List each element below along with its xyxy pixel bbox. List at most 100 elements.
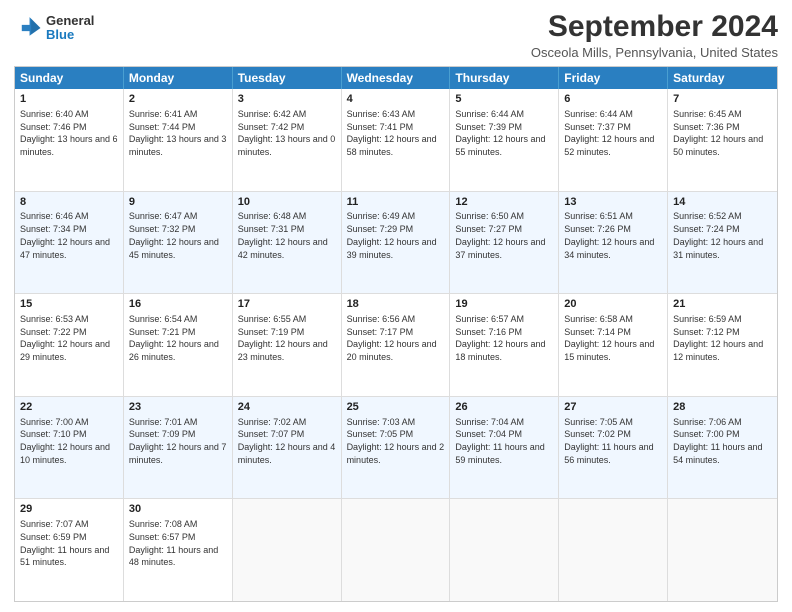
cal-cell-day-18: 18 Sunrise: 6:56 AMSunset: 7:17 PMDayligh…	[342, 294, 451, 396]
day-number: 17	[238, 297, 336, 312]
cal-cell-day-8: 8Sunrise: 6:46 AMSunset: 7:34 PMDaylight…	[15, 192, 124, 294]
cal-cell-day-4: 4 Sunrise: 6:43 AMSunset: 7:41 PMDaylight…	[342, 89, 451, 191]
cal-week-2: 8Sunrise: 6:46 AMSunset: 7:34 PMDaylight…	[15, 192, 777, 295]
header: General Blue September 2024 Osceola Mill…	[14, 10, 778, 60]
cal-cell-day-30: 30 Sunrise: 7:08 AMSunset: 6:57 PMDayligh…	[124, 499, 233, 601]
cal-week-1: 1 Sunrise: 6:40 AMSunset: 7:46 PMDaylight…	[15, 89, 777, 192]
cell-info: Sunrise: 6:43 AMSunset: 7:41 PMDaylight:…	[347, 109, 437, 157]
logo-text: General Blue	[46, 14, 94, 43]
cal-cell-empty	[342, 499, 451, 601]
day-number: 8	[20, 195, 118, 210]
day-number: 5	[455, 92, 553, 107]
cell-info: Sunrise: 6:40 AMSunset: 7:46 PMDaylight:…	[20, 109, 118, 157]
logo-icon	[14, 14, 42, 42]
cal-cell-day-13: 13Sunrise: 6:51 AMSunset: 7:26 PMDayligh…	[559, 192, 668, 294]
cal-header-friday: Friday	[559, 67, 668, 89]
cell-info: Sunrise: 6:41 AMSunset: 7:44 PMDaylight:…	[129, 109, 227, 157]
cal-cell-day-23: 23 Sunrise: 7:01 AMSunset: 7:09 PMDayligh…	[124, 397, 233, 499]
cell-info: Sunrise: 6:44 AMSunset: 7:39 PMDaylight:…	[455, 109, 545, 157]
cal-header-tuesday: Tuesday	[233, 67, 342, 89]
cell-info: Sunrise: 7:01 AMSunset: 7:09 PMDaylight:…	[129, 417, 227, 465]
cell-info: Sunrise: 6:59 AMSunset: 7:12 PMDaylight:…	[673, 314, 763, 362]
cal-cell-day-15: 15 Sunrise: 6:53 AMSunset: 7:22 PMDayligh…	[15, 294, 124, 396]
day-number: 19	[455, 297, 553, 312]
cell-info: Sunrise: 7:03 AMSunset: 7:05 PMDaylight:…	[347, 417, 445, 465]
day-number: 6	[564, 92, 662, 107]
day-number: 18	[347, 297, 445, 312]
cal-header-monday: Monday	[124, 67, 233, 89]
cell-info: Sunrise: 6:51 AMSunset: 7:26 PMDaylight:…	[564, 211, 654, 259]
cal-cell-day-21: 21 Sunrise: 6:59 AMSunset: 7:12 PMDayligh…	[668, 294, 777, 396]
day-number: 20	[564, 297, 662, 312]
cal-cell-day-11: 11Sunrise: 6:49 AMSunset: 7:29 PMDayligh…	[342, 192, 451, 294]
cal-cell-day-20: 20 Sunrise: 6:58 AMSunset: 7:14 PMDayligh…	[559, 294, 668, 396]
cell-info: Sunrise: 6:44 AMSunset: 7:37 PMDaylight:…	[564, 109, 654, 157]
day-number: 11	[347, 195, 445, 210]
cell-info: Sunrise: 6:58 AMSunset: 7:14 PMDaylight:…	[564, 314, 654, 362]
cal-header-thursday: Thursday	[450, 67, 559, 89]
day-number: 7	[673, 92, 772, 107]
logo: General Blue	[14, 14, 94, 43]
day-number: 13	[564, 195, 662, 210]
cell-info: Sunrise: 6:55 AMSunset: 7:19 PMDaylight:…	[238, 314, 328, 362]
cal-cell-day-24: 24Sunrise: 7:02 AMSunset: 7:07 PMDayligh…	[233, 397, 342, 499]
location-subtitle: Osceola Mills, Pennsylvania, United Stat…	[531, 45, 778, 60]
logo-line1: General	[46, 14, 94, 28]
cell-info: Sunrise: 6:53 AMSunset: 7:22 PMDaylight:…	[20, 314, 110, 362]
cal-cell-empty	[559, 499, 668, 601]
day-number: 12	[455, 195, 553, 210]
cal-cell-day-5: 5 Sunrise: 6:44 AMSunset: 7:39 PMDaylight…	[450, 89, 559, 191]
day-number: 14	[673, 195, 772, 210]
day-number: 15	[20, 297, 118, 312]
cell-info: Sunrise: 6:42 AMSunset: 7:42 PMDaylight:…	[238, 109, 336, 157]
cal-cell-empty	[668, 499, 777, 601]
cal-cell-day-2: 2 Sunrise: 6:41 AMSunset: 7:44 PMDaylight…	[124, 89, 233, 191]
day-number: 1	[20, 92, 118, 107]
cell-info: Sunrise: 7:05 AMSunset: 7:02 PMDaylight:…	[564, 417, 653, 465]
day-number: 30	[129, 502, 227, 517]
cell-info: Sunrise: 7:06 AMSunset: 7:00 PMDaylight:…	[673, 417, 762, 465]
day-number: 28	[673, 400, 772, 415]
cal-cell-day-22: 22 Sunrise: 7:00 AMSunset: 7:10 PMDayligh…	[15, 397, 124, 499]
cell-info: Sunrise: 7:04 AMSunset: 7:04 PMDaylight:…	[455, 417, 544, 465]
cell-info: Sunrise: 7:00 AMSunset: 7:10 PMDaylight:…	[20, 417, 110, 465]
cal-cell-day-9: 9Sunrise: 6:47 AMSunset: 7:32 PMDaylight…	[124, 192, 233, 294]
day-number: 16	[129, 297, 227, 312]
logo-line2: Blue	[46, 28, 94, 42]
cal-cell-day-7: 7 Sunrise: 6:45 AMSunset: 7:36 PMDaylight…	[668, 89, 777, 191]
cell-info: Sunrise: 6:47 AMSunset: 7:32 PMDaylight:…	[129, 211, 219, 259]
cal-cell-empty	[450, 499, 559, 601]
month-title: September 2024	[531, 10, 778, 43]
cal-cell-day-6: 6 Sunrise: 6:44 AMSunset: 7:37 PMDaylight…	[559, 89, 668, 191]
calendar-header-row: SundayMondayTuesdayWednesdayThursdayFrid…	[15, 67, 777, 89]
cal-cell-day-28: 28 Sunrise: 7:06 AMSunset: 7:00 PMDayligh…	[668, 397, 777, 499]
day-number: 4	[347, 92, 445, 107]
cal-cell-day-17: 17 Sunrise: 6:55 AMSunset: 7:19 PMDayligh…	[233, 294, 342, 396]
day-number: 27	[564, 400, 662, 415]
cal-cell-day-1: 1 Sunrise: 6:40 AMSunset: 7:46 PMDaylight…	[15, 89, 124, 191]
day-number: 22	[20, 400, 118, 415]
cell-info: Sunrise: 6:50 AMSunset: 7:27 PMDaylight:…	[455, 211, 545, 259]
cal-cell-day-26: 26Sunrise: 7:04 AMSunset: 7:04 PMDayligh…	[450, 397, 559, 499]
cell-info: Sunrise: 7:07 AMSunset: 6:59 PMDaylight:…	[20, 519, 109, 567]
cell-info: Sunrise: 6:45 AMSunset: 7:36 PMDaylight:…	[673, 109, 763, 157]
page: General Blue September 2024 Osceola Mill…	[0, 0, 792, 612]
cal-cell-day-19: 19Sunrise: 6:57 AMSunset: 7:16 PMDayligh…	[450, 294, 559, 396]
cell-info: Sunrise: 6:48 AMSunset: 7:31 PMDaylight:…	[238, 211, 328, 259]
day-number: 2	[129, 92, 227, 107]
cal-week-5: 29 Sunrise: 7:07 AMSunset: 6:59 PMDayligh…	[15, 499, 777, 601]
cell-info: Sunrise: 6:54 AMSunset: 7:21 PMDaylight:…	[129, 314, 219, 362]
cal-cell-day-25: 25 Sunrise: 7:03 AMSunset: 7:05 PMDayligh…	[342, 397, 451, 499]
cal-cell-day-14: 14Sunrise: 6:52 AMSunset: 7:24 PMDayligh…	[668, 192, 777, 294]
cell-info: Sunrise: 7:02 AMSunset: 7:07 PMDaylight:…	[238, 417, 336, 465]
day-number: 29	[20, 502, 118, 517]
cell-info: Sunrise: 6:56 AMSunset: 7:17 PMDaylight:…	[347, 314, 437, 362]
cell-info: Sunrise: 7:08 AMSunset: 6:57 PMDaylight:…	[129, 519, 218, 567]
day-number: 23	[129, 400, 227, 415]
day-number: 10	[238, 195, 336, 210]
day-number: 25	[347, 400, 445, 415]
cal-cell-day-10: 10Sunrise: 6:48 AMSunset: 7:31 PMDayligh…	[233, 192, 342, 294]
calendar: SundayMondayTuesdayWednesdayThursdayFrid…	[14, 66, 778, 602]
day-number: 21	[673, 297, 772, 312]
cal-header-wednesday: Wednesday	[342, 67, 451, 89]
